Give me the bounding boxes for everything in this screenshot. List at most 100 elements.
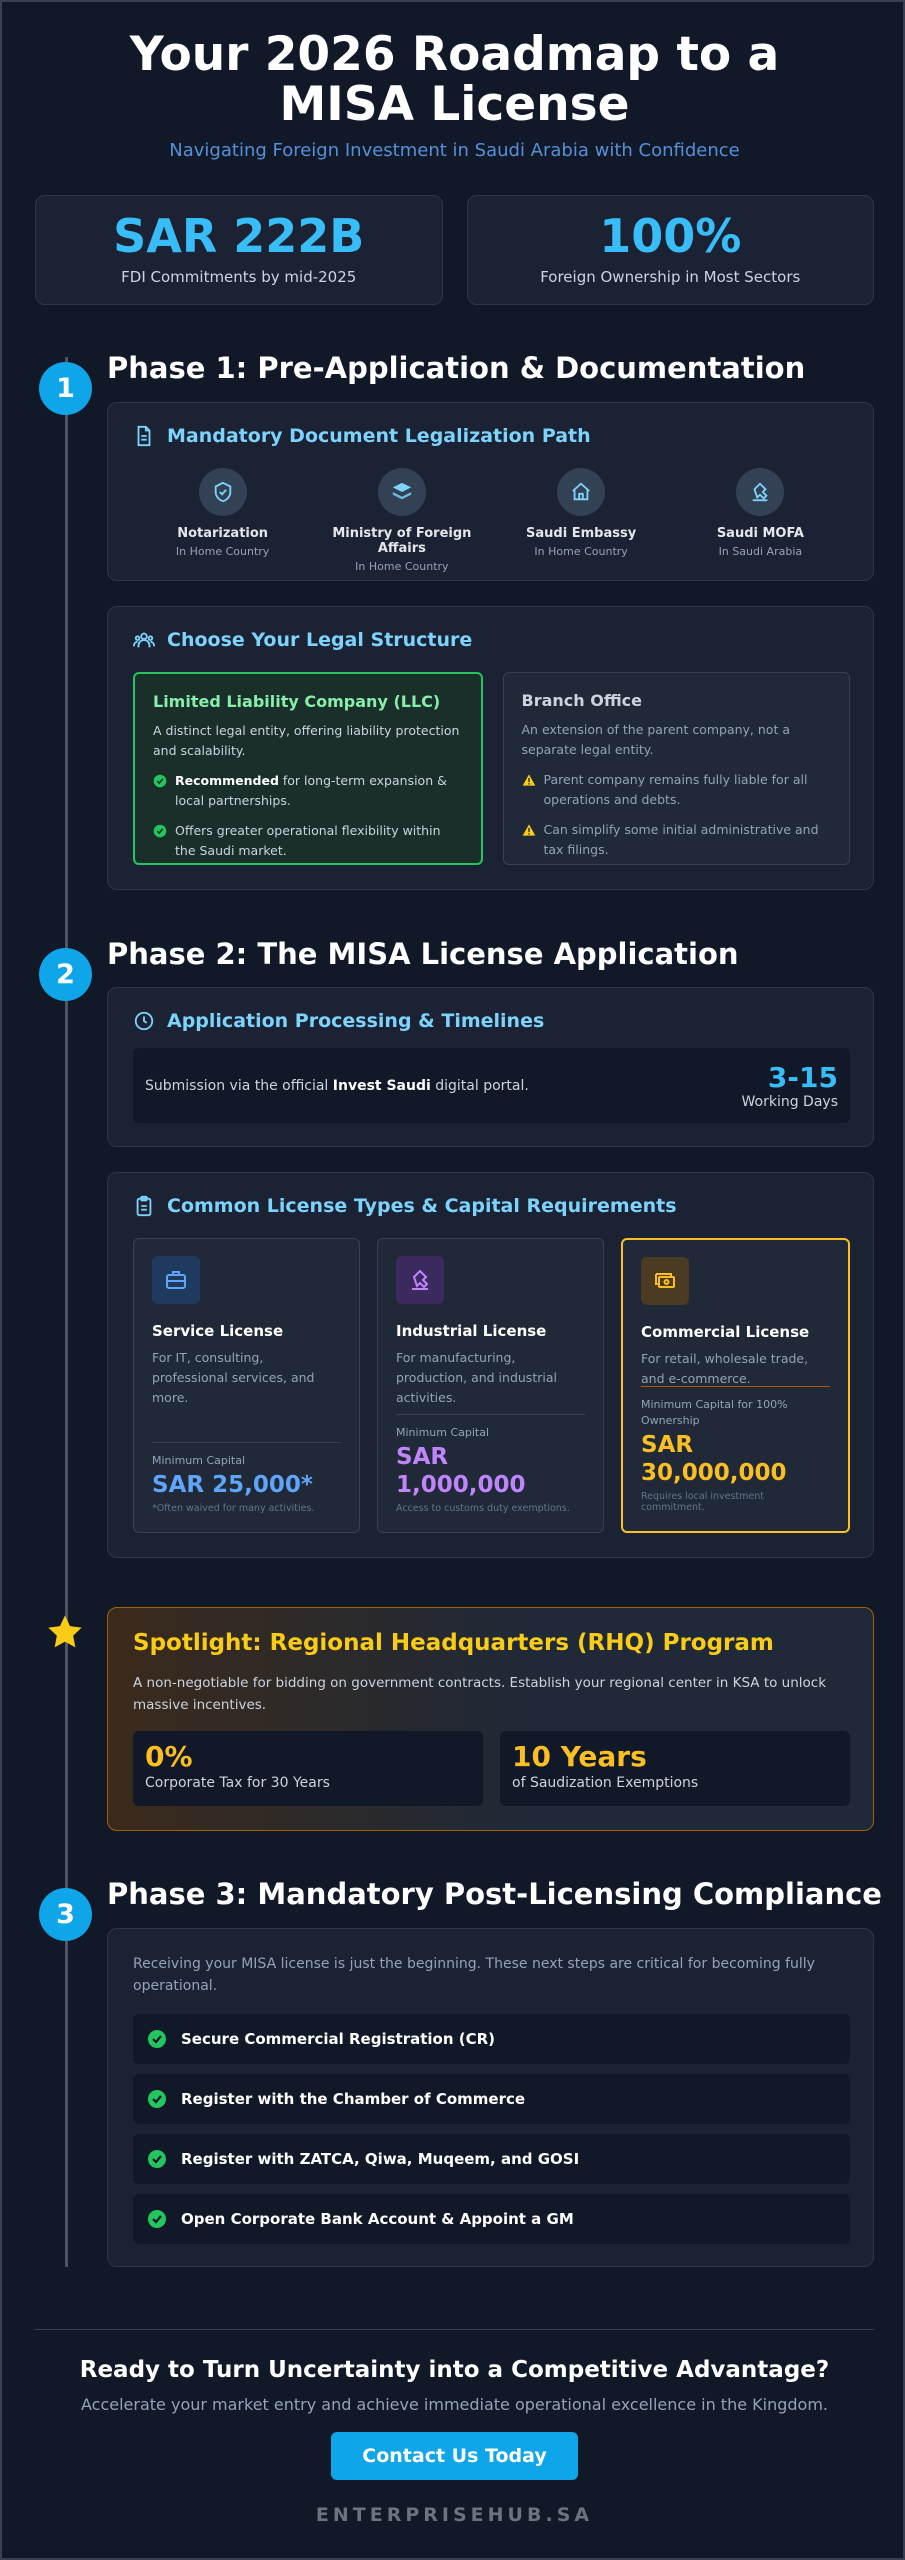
legal-structure-card: Choose Your Legal Structure Limited Liab… [107,606,874,890]
factory-icon [412,1269,429,1290]
stat-value: 100% [599,209,742,263]
legalization-steps: Notarization In Home Country Ministry of… [133,468,850,573]
llc-option[interactable]: Limited Liability Company (LLC) A distin… [133,672,483,865]
license-name: Service License [152,1322,284,1340]
compliance-item: Open Corporate Bank Account & Appoint a … [133,2194,850,2244]
legalization-step: Notarization In Home Country [133,468,312,573]
llc-bullet-text: Recommended for long-term expansion & lo… [175,771,463,811]
license-commercial[interactable]: Commercial License For retail, wholesale… [621,1238,850,1533]
phase-1-title: Phase 1: Pre-Application & Documentation [107,351,806,385]
capital-label: Minimum Capital [152,1454,246,1467]
step-icon-circle [198,468,247,516]
llc-title: Limited Liability Company (LLC) [153,692,441,711]
license-icon-box [396,1256,444,1304]
legal-structure-heading: Choose Your Legal Structure [167,629,473,651]
licenses-header: Common License Types & Capital Requireme… [133,1195,677,1217]
capital-note: Access to customs duty exemptions. [396,1503,570,1514]
stat-label: FDI Commitments by mid-2025 [121,268,357,286]
phase-2-badge: 2 [39,948,92,1001]
warning-icon [522,774,535,786]
compliance-intro: Receiving your MISA license is just the … [133,1956,815,1994]
license-footer: Minimum Capital for 100% Ownership SAR 3… [641,1386,830,1513]
processing-text: Submission via the official Invest Saudi… [145,1078,529,1094]
capital-label: Minimum Capital [396,1426,490,1439]
stat-card-fdi: SAR 222B FDI Commitments by mid-2025 [35,195,443,305]
branch-option[interactable]: Branch Office An extension of the parent… [502,672,850,865]
branch-bullet-text: Parent company remains fully liable for … [543,772,808,807]
legalization-step: Saudi Embassy In Home Country [492,468,671,573]
shield-check-icon [214,481,231,503]
check-circle-icon [148,2030,166,2048]
license-desc: For manufacturing, production, and indus… [396,1350,557,1405]
step-name: Ministry of Foreign Affairs [332,526,472,556]
stat-value: SAR 222B [113,209,365,263]
llc-description: A distinct legal entity, offering liabil… [153,723,460,758]
legal-structure-header: Choose Your Legal Structure [133,629,472,651]
stat-row: SAR 222B FDI Commitments by mid-2025 100… [35,195,874,305]
page-title: Your 2026 Roadmap to a MISA License [129,27,780,132]
capital-label: Minimum Capital for 100% Ownership [641,1398,788,1427]
phase-2-title: Phase 2: The MISA License Application [107,937,739,971]
capital-value: SAR 25,000* [152,1472,313,1498]
capital-note: *Often waived for many activities. [152,1503,315,1514]
divider [152,1442,341,1443]
contact-us-button[interactable]: Contact Us Today [331,2432,578,2480]
rhq-stat-tax: 0% Corporate Tax for 30 Years [133,1731,483,1806]
step-location: In Home Country [355,560,449,573]
compliance-item: Register with the Chamber of Commerce [133,2074,850,2124]
licenses-card: Common License Types & Capital Requireme… [107,1172,874,1558]
page-subtitle: Navigating Foreign Investment in Saudi A… [169,140,740,161]
star-icon [48,1615,82,1648]
llc-bullet-strong: Recommended [175,773,279,788]
clock-icon [134,1011,154,1031]
cash-icon [655,1273,675,1288]
step-location: In Saudi Arabia [718,545,803,558]
processing-text-pre: Submission via the official [145,1077,333,1094]
processing-header: Application Processing & Timelines [133,1010,544,1032]
step-icon-circle [377,468,426,516]
llc-bullet: Offers greater operational flexibility w… [153,821,463,861]
legalization-step: Saudi MOFA In Saudi Arabia [671,468,850,573]
capital-value: SAR 1,000,000 [396,1444,526,1498]
processing-days: 3-15 [767,1060,838,1094]
cta-title: Ready to Turn Uncertainty into a Competi… [79,2357,830,2383]
warning-icon [522,824,535,836]
branch-bullet-text: Can simplify some initial administrative… [543,822,819,857]
license-icon-box [641,1257,689,1305]
rhq-stat-label: Corporate Tax for 30 Years [145,1775,330,1791]
home-icon [572,482,590,501]
phase-3-title: Phase 3: Mandatory Post-Licensing Compli… [107,1877,882,1911]
license-footer: Minimum Capital SAR 25,000* *Often waive… [152,1442,341,1514]
brand-wordmark: ENTERPRISEHUB.SA [315,2504,594,2526]
check-circle-icon [148,2090,166,2108]
rhq-description: A non-negotiable for bidding on governme… [133,1675,827,1713]
document-icon [137,425,151,447]
phase-1-badge: 1 [39,362,92,415]
license-industrial[interactable]: Industrial License For manufacturing, pr… [377,1238,604,1533]
license-list: Service License For IT, consulting, prof… [133,1238,850,1533]
rhq-stat-label: of Saudization Exemptions [512,1775,699,1791]
processing-days-label: Working Days [741,1093,839,1110]
check-circle-icon [153,824,167,838]
briefcase-icon [166,1271,186,1289]
step-icon-circle [557,468,606,516]
compliance-card: Receiving your MISA license is just the … [107,1928,874,2267]
step-location: In Home Country [534,545,628,558]
rhq-title: Spotlight: Regional Headquarters (RHQ) P… [133,1630,774,1656]
check-circle-icon [153,774,167,788]
compliance-item-label: Secure Commercial Registration (CR) [181,2030,496,2048]
branch-bullet: Can simplify some initial administrative… [522,820,832,860]
processing-text-post: digital portal. [430,1077,529,1094]
footer-divider [35,2329,874,2330]
compliance-item-label: Open Corporate Bank Account & Appoint a … [181,2210,574,2228]
stamp-icon [753,482,769,502]
page-header: Your 2026 Roadmap to a MISA License Navi… [2,27,905,162]
license-desc: For retail, wholesale trade, and e-comme… [641,1351,809,1386]
cta-subtitle: Accelerate your market entry and achieve… [81,2395,828,2414]
license-service[interactable]: Service License For IT, consulting, prof… [133,1238,360,1533]
step-location: In Home Country [175,545,270,558]
users-icon [133,632,155,648]
check-circle-icon [148,2150,166,2168]
processing-card: Application Processing & Timelines Submi… [107,987,874,1147]
branch-description: An extension of the parent company, not … [521,722,790,757]
